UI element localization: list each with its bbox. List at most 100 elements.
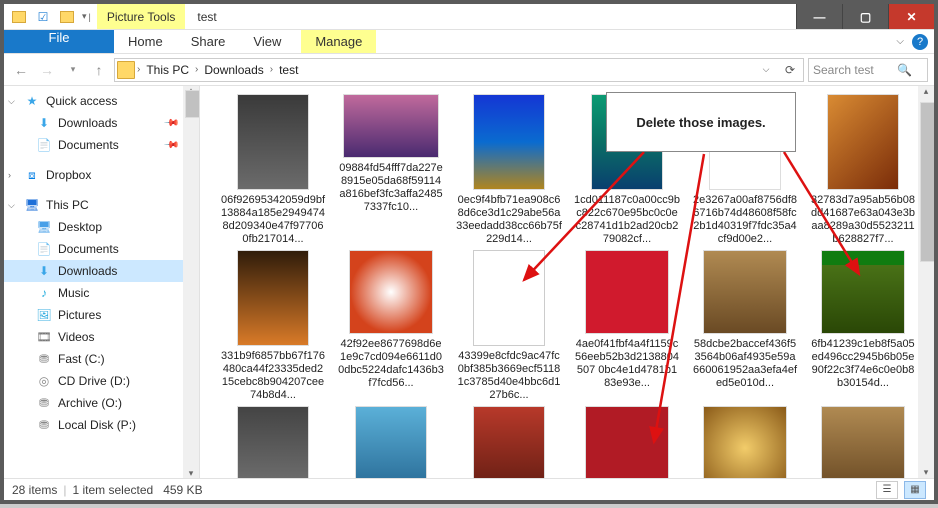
help-icon[interactable]: ? [912, 34, 928, 50]
maximize-button[interactable]: ▢ [842, 4, 888, 29]
file-name[interactable]: 43399e8cfdc9ac47fc0bf385b3669ecf51181c37… [454, 350, 564, 402]
nav-pc-localdisk[interactable]: ⛃ Local Disk (P:) [4, 414, 199, 436]
file-item[interactable]: 6fb41239c1eb8f5a05ed496cc2945b6b05e90f22… [808, 250, 918, 402]
nav-qa-documents[interactable]: 📄 Documents 📌 [4, 134, 199, 156]
file-item[interactable] [690, 406, 800, 478]
expand-icon[interactable]: ⌵ [8, 200, 20, 211]
breadcrumb[interactable]: test [275, 63, 302, 77]
nav-pc-cddrive[interactable]: ◎ CD Drive (D:) [4, 370, 199, 392]
nav-pc-documents[interactable]: 📄 Documents [4, 238, 199, 260]
file-name[interactable]: 6fb41239c1eb8f5a05ed496cc2945b6b05e90f22… [808, 338, 918, 390]
view-thumbnails-button[interactable]: ▦ [904, 481, 926, 499]
new-folder-icon[interactable] [58, 8, 76, 26]
file-item[interactable]: 42f92ee8677698d6e1e9c7cd094e6611d00dbc52… [336, 250, 446, 402]
nav-this-pc[interactable]: ⌵ 🖥 This PC [4, 194, 199, 216]
qat-customize-icon[interactable]: ▾ [82, 11, 87, 22]
file-item[interactable] [454, 406, 564, 478]
file-menu[interactable]: File [4, 30, 114, 53]
main-scrollbar[interactable]: ▴ ▾ [918, 86, 934, 478]
nav-pc-drive-c[interactable]: ⛃ Fast (C:) [4, 348, 199, 370]
file-name[interactable]: 2e3267a00af8756df86716b74d48608f58fc2b1d… [690, 194, 800, 246]
file-name[interactable]: 331b9f6857bb67f176480ca44f23335ded215ceb… [218, 350, 328, 402]
breadcrumb[interactable]: This PC [142, 63, 193, 77]
file-name[interactable]: 09884fd54fff7da227e8915e05da68f59114a816… [336, 162, 446, 214]
file-item[interactable]: 09884fd54fff7da227e8915e05da68f59114a816… [336, 94, 446, 246]
tab-home[interactable]: Home [114, 30, 177, 53]
file-item[interactable]: 06f92695342059d9bf13884a185e29494748d209… [218, 94, 328, 246]
nav-pc-desktop[interactable]: 🖥 Desktop [4, 216, 199, 238]
search-icon[interactable]: 🔍 [897, 63, 912, 77]
file-name[interactable]: 4ae0f41fbf4a4f1159c56eeb52b3d2138804507 … [572, 338, 682, 390]
scroll-down-icon[interactable]: ▾ [918, 467, 934, 478]
file-thumbnail[interactable] [237, 250, 309, 346]
view-details-button[interactable]: ☰ [876, 481, 898, 499]
refresh-icon[interactable]: ⟳ [779, 63, 801, 77]
properties-icon[interactable]: ☑ [34, 8, 52, 26]
file-item[interactable]: 58dcbe2baccef436f53564b06af4935e59a66006… [690, 250, 800, 402]
file-thumbnail[interactable] [237, 94, 309, 190]
scroll-thumb[interactable] [185, 90, 200, 118]
close-button[interactable]: ✕ [888, 4, 934, 29]
nav-dropbox[interactable]: › ⧈ Dropbox [4, 164, 199, 186]
breadcrumb-sep[interactable]: › [195, 64, 198, 75]
breadcrumb[interactable]: Downloads [200, 63, 267, 77]
nav-quick-access[interactable]: ⌵ ★ Quick access [4, 90, 199, 112]
file-name[interactable]: 0ec9f4bfb71ea908c68d6ce3d1c29abe56a33eed… [454, 194, 564, 246]
tab-view[interactable]: View [239, 30, 295, 53]
file-thumbnail[interactable] [821, 406, 905, 478]
file-list-pane[interactable]: 06f92695342059d9bf13884a185e29494748d209… [200, 86, 934, 478]
file-name[interactable]: 06f92695342059d9bf13884a185e29494748d209… [218, 194, 328, 246]
search-input[interactable] [813, 63, 893, 77]
file-item[interactable]: 331b9f6857bb67f176480ca44f23335ded215ceb… [218, 250, 328, 402]
file-thumbnail[interactable] [827, 94, 899, 190]
file-item[interactable] [218, 406, 328, 478]
nav-pc-pictures[interactable]: 🖼 Pictures [4, 304, 199, 326]
file-item[interactable]: 0ec9f4bfb71ea908c68d6ce3d1c29abe56a33eed… [454, 94, 564, 246]
nav-up-button[interactable]: ↑ [88, 59, 110, 81]
file-thumbnail[interactable] [349, 250, 433, 334]
tab-share[interactable]: Share [177, 30, 240, 53]
scroll-down-icon[interactable]: ▾ [183, 468, 199, 478]
nav-pc-downloads[interactable]: ⬇ Downloads [4, 260, 199, 282]
minimize-button[interactable]: — [796, 4, 842, 29]
file-item[interactable]: 43399e8cfdc9ac47fc0bf385b3669ecf51181c37… [454, 250, 564, 402]
nav-forward-button[interactable]: → [36, 59, 58, 81]
file-thumbnail[interactable] [585, 250, 669, 334]
file-item[interactable] [336, 406, 446, 478]
file-thumbnail[interactable] [473, 94, 545, 190]
file-name[interactable]: 58dcbe2baccef436f53564b06af4935e59a66006… [690, 338, 800, 390]
address-box[interactable]: › This PC › Downloads › test ⌵ ⟳ [114, 58, 804, 82]
ribbon-collapse-icon[interactable]: ⌵ [892, 30, 908, 53]
expand-icon[interactable]: › [8, 170, 20, 180]
nav-recent-button[interactable]: ▾ [62, 59, 84, 81]
file-thumbnail[interactable] [237, 406, 309, 478]
file-thumbnail[interactable] [355, 406, 427, 478]
file-name[interactable]: 1cd011187c0a00cc9bc822c670e95bc0c0ec2874… [572, 194, 682, 246]
breadcrumb-sep[interactable]: › [270, 64, 273, 75]
file-thumbnail[interactable] [473, 406, 545, 478]
file-thumbnail[interactable] [343, 94, 439, 158]
sidebar-scrollbar[interactable]: ▴ ▾ [183, 86, 199, 478]
expand-icon[interactable]: ⌵ [8, 96, 20, 107]
file-item[interactable]: 4ae0f41fbf4a4f1159c56eeb52b3d2138804507 … [572, 250, 682, 402]
file-thumbnail[interactable] [585, 406, 669, 478]
file-thumbnail[interactable] [473, 250, 545, 346]
breadcrumb-sep[interactable]: › [137, 64, 140, 75]
nav-back-button[interactable]: ← [10, 59, 32, 81]
file-thumbnail[interactable] [703, 250, 787, 334]
nav-qa-downloads[interactable]: ⬇ Downloads 📌 [4, 112, 199, 134]
address-dropdown-icon[interactable]: ⌵ [755, 64, 777, 75]
file-name[interactable]: 42f92ee8677698d6e1e9c7cd094e6611d00dbc52… [336, 338, 446, 390]
search-box[interactable]: 🔍 [808, 58, 928, 82]
file-thumbnail[interactable] [703, 406, 787, 478]
nav-pc-archive[interactable]: ⛃ Archive (O:) [4, 392, 199, 414]
tab-manage[interactable]: Manage [301, 30, 376, 53]
scroll-up-icon[interactable]: ▴ [918, 86, 934, 97]
file-item[interactable]: 32783d7a95ab56b08dd41687e63a043e3baa8289… [808, 94, 918, 246]
file-thumbnail[interactable] [821, 250, 905, 334]
nav-pc-videos[interactable]: 🎞 Videos [4, 326, 199, 348]
scroll-thumb[interactable] [920, 102, 934, 262]
file-item[interactable] [808, 406, 918, 478]
file-item[interactable] [572, 406, 682, 478]
nav-pc-music[interactable]: ♪ Music [4, 282, 199, 304]
